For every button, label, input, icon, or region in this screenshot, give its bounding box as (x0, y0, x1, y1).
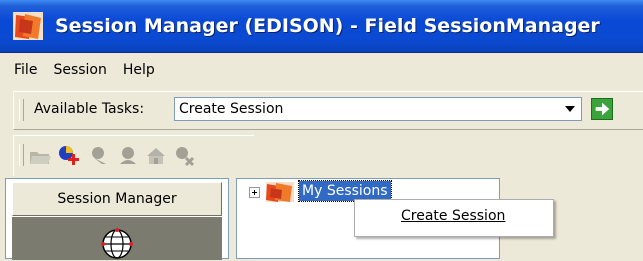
menu-session[interactable]: Session (49, 62, 110, 78)
toolbar-grip[interactable] (19, 144, 24, 166)
menu-bar: File Session Help (0, 53, 643, 87)
tasks-dropdown[interactable]: Create Session (174, 97, 582, 121)
navigation-pane: Session Manager (5, 178, 229, 260)
tasks-dropdown-value: Create Session (179, 101, 284, 117)
menu-help[interactable]: Help (119, 62, 159, 78)
title-bar[interactable]: Session Manager (EDISON) - Field Session… (0, 0, 643, 53)
tree-item-my-sessions[interactable]: My Sessions (298, 180, 392, 202)
navigation-pane-body (12, 217, 222, 260)
session-manager-header-button[interactable]: Session Manager (12, 182, 222, 216)
window-title: Session Manager (EDISON) - Field Session… (55, 15, 600, 37)
icon-toolbar (13, 135, 254, 176)
green-arrow-right-icon[interactable] (591, 98, 613, 120)
tree-expand-toggle[interactable] (249, 187, 260, 198)
toolbar-grip[interactable] (19, 99, 24, 121)
session-manager-header-label: Session Manager (57, 191, 177, 207)
open-folder-icon[interactable] (28, 144, 52, 168)
tasks-label: Available Tasks: (34, 101, 145, 117)
tasks-toolbar: Available Tasks: Create Session (13, 91, 643, 130)
person-icon[interactable] (88, 144, 112, 168)
app-icon (13, 12, 43, 40)
context-menu: Create Session (354, 199, 554, 237)
context-menu-create-session[interactable]: Create Session (401, 208, 505, 224)
menu-file[interactable]: File (10, 62, 41, 78)
session-folder-icon (266, 182, 294, 202)
remove-person-icon[interactable] (172, 144, 196, 168)
chevron-down-icon[interactable] (565, 106, 575, 112)
group-icon[interactable] (116, 144, 140, 168)
home-network-icon[interactable] (144, 144, 168, 168)
add-session-icon[interactable] (58, 144, 82, 168)
globe-network-icon[interactable] (100, 227, 134, 261)
